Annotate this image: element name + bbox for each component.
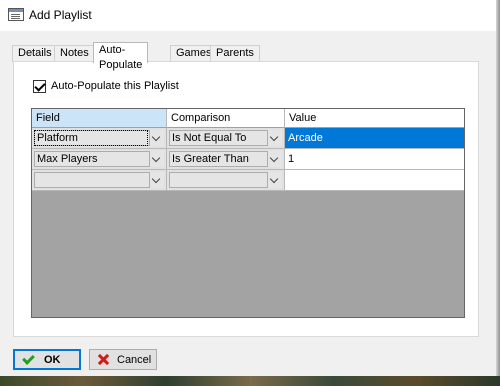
tab-auto-populate[interactable]: Auto-Populate: [93, 42, 149, 71]
auto-populate-checkbox[interactable]: [33, 79, 46, 93]
comparison-combo-row-2[interactable]: Is Greater Than: [167, 149, 285, 170]
comparison-combo-row-3[interactable]: [167, 170, 285, 191]
window-edge: [496, 0, 500, 376]
background-behind-window: [0, 376, 500, 386]
window-icon: [8, 8, 24, 21]
green-checkmark-icon: [22, 351, 35, 365]
field-combo-row-3[interactable]: [32, 170, 167, 191]
tab-parents[interactable]: Parents: [210, 45, 260, 62]
chevron-down-icon[interactable]: [267, 151, 282, 167]
column-header-value[interactable]: Value: [285, 109, 464, 128]
window-title: Add Playlist: [29, 8, 92, 22]
auto-populate-checkbox-row[interactable]: Auto-Populate this Playlist: [33, 79, 179, 93]
tab-notes[interactable]: Notes: [54, 45, 95, 62]
chevron-down-icon[interactable]: [267, 130, 282, 146]
cancel-button[interactable]: Cancel: [89, 349, 157, 370]
ok-button-label: OK: [44, 353, 61, 366]
comparison-value: Is Greater Than: [172, 153, 249, 165]
column-header-comparison[interactable]: Comparison: [167, 109, 285, 128]
chevron-down-icon[interactable]: [149, 151, 164, 167]
field-combo-row-2[interactable]: Max Players: [32, 149, 167, 170]
comparison-value: Is Not Equal To: [172, 132, 247, 144]
field-value: Platform: [37, 132, 78, 144]
rules-grid: Field Comparison Value Platform Is Not E…: [31, 108, 465, 318]
field-value: Max Players: [37, 153, 98, 165]
value-cell-row-3[interactable]: [285, 170, 464, 191]
value-cell-row-1[interactable]: Arcade: [285, 128, 464, 149]
value-cell-row-2[interactable]: 1: [285, 149, 464, 170]
chevron-down-icon[interactable]: [149, 130, 164, 146]
ok-button[interactable]: OK: [13, 349, 81, 370]
title-bar: Add Playlist: [0, 0, 500, 31]
comparison-combo-row-1[interactable]: Is Not Equal To: [167, 128, 285, 149]
chevron-down-icon[interactable]: [149, 172, 164, 188]
column-header-field[interactable]: Field: [32, 109, 167, 128]
chevron-down-icon[interactable]: [267, 172, 282, 188]
auto-populate-checkbox-label: Auto-Populate this Playlist: [51, 80, 179, 92]
cancel-button-label: Cancel: [117, 353, 152, 366]
tab-details[interactable]: Details: [12, 45, 58, 62]
field-combo-row-1[interactable]: Platform: [32, 128, 167, 149]
red-x-icon: [98, 354, 109, 365]
